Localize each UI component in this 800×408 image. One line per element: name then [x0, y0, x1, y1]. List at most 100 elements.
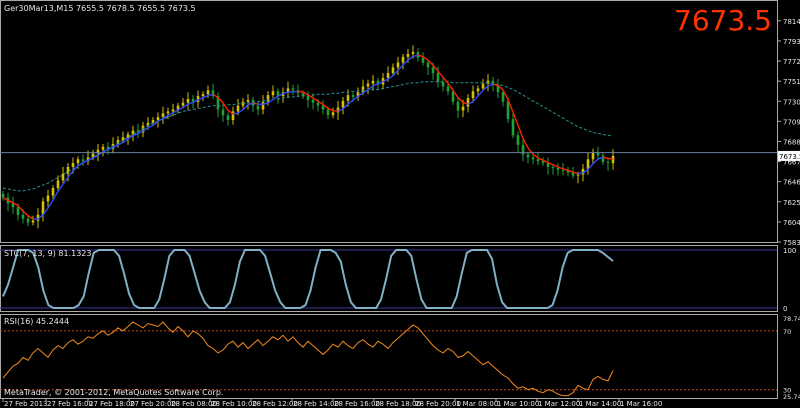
fast-ma-segment — [232, 112, 239, 115]
y-tick-label: 7793.6 — [783, 38, 800, 46]
candle-body — [201, 94, 205, 97]
candle-body — [306, 96, 310, 100]
rsi-tick-label: 78.7437 — [783, 315, 800, 323]
candle-body — [66, 166, 70, 174]
candle-body — [536, 159, 540, 162]
candle-body — [256, 105, 260, 110]
stc-label: STC(7, 13, 9) 81.1323 — [4, 249, 91, 258]
candle-body — [261, 101, 265, 110]
candle-body — [266, 95, 270, 102]
chart-canvas: 7814.6 7793.6 7772.6 7751.6 7730.6 7709.6 7688… — [0, 0, 800, 408]
candle-body — [346, 95, 350, 101]
y-tick-label: 7688.6 — [783, 138, 800, 146]
x-tick-label: 27 Feb 18:00 — [89, 400, 135, 408]
candle-body — [516, 135, 520, 145]
x-tick-label: 1 Mar 08:00 — [456, 400, 498, 408]
candle-body — [26, 218, 30, 223]
candle-body — [576, 174, 580, 176]
candle-body — [51, 188, 55, 196]
candle-body — [436, 73, 440, 82]
candle-body — [421, 57, 425, 63]
candle-body — [236, 105, 240, 112]
candle-body — [606, 162, 610, 164]
y-tick-label: 7625.6 — [783, 199, 800, 207]
candle-body — [471, 91, 475, 98]
candle-body — [441, 81, 445, 87]
candle-body — [226, 115, 230, 121]
symbol-info: Ger30Mar13,M15 7655.5 7678.5 7655.5 7673… — [4, 4, 196, 13]
candle-body — [511, 119, 515, 136]
candle-body — [16, 207, 20, 215]
fast-ma-segment — [607, 157, 614, 160]
y-tick-label: 7646.6 — [783, 179, 800, 187]
fast-ma-segment — [602, 156, 609, 160]
fast-ma-segment — [492, 83, 499, 87]
candle-body — [501, 92, 505, 102]
candle-body — [326, 109, 330, 116]
x-tick-label: 1 Mar 14:00 — [579, 400, 621, 408]
candle-body — [246, 99, 250, 102]
candle-body — [56, 180, 60, 188]
candle-body — [551, 166, 555, 168]
candle-body — [361, 86, 365, 93]
candle-body — [456, 101, 460, 111]
candle-body — [186, 98, 190, 103]
candle-body — [531, 157, 535, 160]
candle-body — [291, 88, 295, 91]
candle-body — [331, 112, 335, 116]
fast-ma-segment — [292, 90, 299, 93]
candle-body — [556, 167, 560, 170]
candle-body — [1, 193, 5, 198]
candle-body — [61, 173, 65, 181]
candle-body — [101, 146, 105, 150]
candle-body — [391, 67, 395, 74]
candle-body — [601, 155, 605, 163]
x-tick-label: 27 Feb 16:00 — [47, 400, 93, 408]
x-tick-label: 28 Feb 20:00 — [415, 400, 461, 408]
candle-body — [321, 105, 325, 110]
y-tick-label: 7814.6 — [783, 18, 800, 26]
candle-body — [181, 102, 185, 106]
candle-body — [126, 134, 130, 138]
y-tick-label: 7709.6 — [783, 118, 800, 126]
candle-body — [316, 102, 320, 106]
candle-body — [451, 91, 455, 102]
candle-body — [461, 106, 465, 111]
candle-body — [371, 80, 375, 84]
candle-body — [161, 113, 165, 118]
stc-tick-label: 0 — [783, 305, 787, 313]
candle-body — [171, 109, 175, 112]
candle-body — [541, 161, 545, 164]
candle-body — [396, 62, 400, 68]
x-tick-label: 1 Mar 10:00 — [497, 400, 539, 408]
candle-body — [366, 83, 370, 87]
y-tick-label: 7730.6 — [783, 98, 800, 106]
candle-body — [506, 101, 510, 120]
candle-body — [76, 159, 80, 164]
candle-body — [46, 195, 50, 202]
fast-ma-segment — [297, 90, 304, 93]
stc-tick-label: 100 — [783, 247, 796, 255]
candle-body — [481, 83, 485, 89]
y-tick-label: 7604.6 — [783, 219, 800, 227]
fast-ma-segment — [252, 102, 259, 105]
candle-body — [166, 111, 170, 114]
candle-body — [311, 99, 315, 103]
x-tick-label: 28 Feb 10:00 — [211, 400, 257, 408]
candle-body — [561, 169, 565, 171]
candle-body — [401, 56, 405, 63]
rsi-tick-label: 25.7491 — [783, 393, 800, 401]
x-tick-label: 27 Feb 2013 — [4, 400, 48, 408]
candle-body — [341, 100, 345, 108]
candle-body — [586, 159, 590, 169]
candle-body — [121, 137, 125, 141]
candle-body — [426, 62, 430, 68]
candle-body — [466, 98, 470, 107]
background — [0, 0, 800, 408]
rsi-tick-label: 70 — [783, 328, 791, 336]
candle-body — [406, 53, 410, 57]
x-tick-label: 28 Feb 16:00 — [334, 400, 380, 408]
candle-body — [271, 91, 275, 96]
rsi-label: RSI(16) 45.2444 — [4, 317, 69, 326]
x-tick-label: 28 Feb 14:00 — [293, 400, 339, 408]
